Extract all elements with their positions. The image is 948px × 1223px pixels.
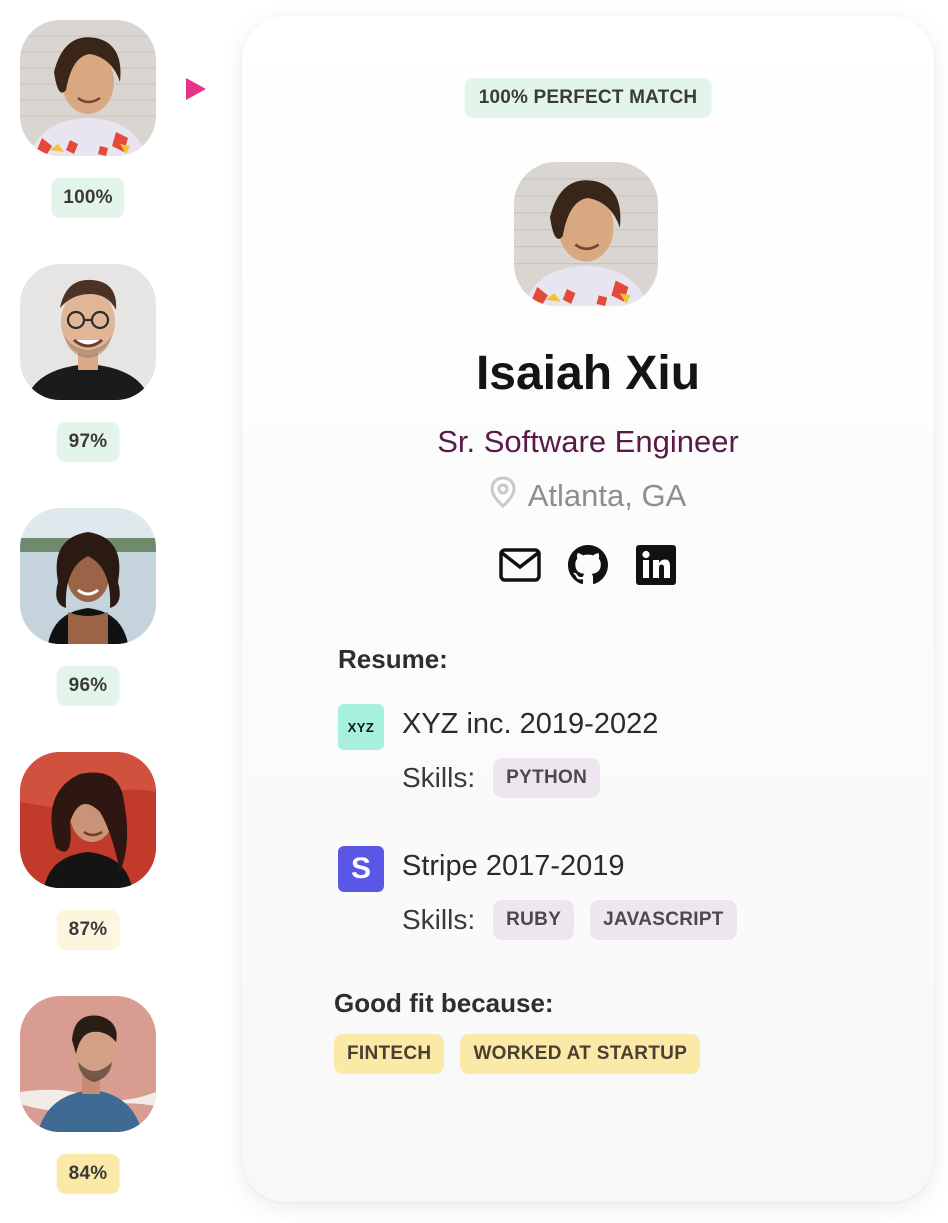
- avatar[interactable]: [20, 264, 156, 400]
- skill-chip: RUBY: [493, 900, 575, 940]
- mail-icon[interactable]: [499, 544, 541, 586]
- github-icon[interactable]: [567, 544, 609, 586]
- skills-row: Skills: RUBY JAVASCRIPT: [402, 900, 737, 940]
- social-links: [242, 544, 934, 586]
- job-title: Stripe 2017-2019: [402, 850, 625, 882]
- logo-text: S: [350, 852, 371, 885]
- profile-avatar: [514, 162, 658, 306]
- candidate-card[interactable]: 97%: [20, 264, 156, 462]
- candidate-name: Isaiah Xiu: [475, 347, 701, 400]
- candidate-title: Sr. Software Engineer: [437, 424, 739, 459]
- candidate-location: Atlanta, GA: [242, 476, 934, 516]
- skills-label: Skills:: [402, 904, 476, 935]
- match-percent-badge: 84%: [56, 1154, 120, 1194]
- candidate-card[interactable]: 100%: [20, 20, 156, 218]
- fit-reason-chip: WORKED AT STARTUP: [460, 1034, 701, 1074]
- skills-row: Skills: PYTHON: [402, 758, 601, 798]
- avatar[interactable]: [20, 752, 156, 888]
- linkedin-icon[interactable]: [635, 544, 677, 586]
- logo-text: XYZ: [347, 719, 375, 735]
- match-percent-badge: 100%: [51, 178, 125, 218]
- candidate-card[interactable]: 87%: [20, 752, 156, 950]
- match-percent-badge: 96%: [56, 666, 120, 706]
- avatar[interactable]: [20, 996, 156, 1132]
- match-badge: 100% PERFECT MATCH: [464, 78, 712, 118]
- map-pin-icon: [490, 476, 516, 516]
- job-title: XYZ inc. 2019-2022: [402, 708, 659, 740]
- avatar[interactable]: [20, 508, 156, 644]
- fit-heading: Good fit because:: [334, 988, 554, 1018]
- stripe-logo-icon: S: [338, 846, 384, 892]
- location-text: Atlanta, GA: [527, 478, 687, 513]
- fit-reasons: FINTECH WORKED AT STARTUP: [334, 1034, 701, 1074]
- candidate-list: 100% 97% 96% 87% 84%: [0, 0, 206, 1223]
- xyz-logo-icon: XYZ: [338, 704, 384, 750]
- candidate-card[interactable]: 96%: [20, 508, 156, 706]
- selected-indicator-icon: [186, 78, 206, 100]
- candidate-profile-card: 100% PERFECT MATCH Isaiah Xiu Sr. Softwa…: [242, 16, 934, 1202]
- fit-reason-chip: FINTECH: [334, 1034, 445, 1074]
- match-percent-badge: 87%: [56, 910, 120, 950]
- avatar[interactable]: [20, 20, 156, 156]
- skills-label: Skills:: [402, 762, 476, 793]
- skill-chip: JAVASCRIPT: [590, 900, 737, 940]
- candidate-card[interactable]: 84%: [20, 996, 156, 1194]
- match-percent-badge: 97%: [56, 422, 120, 462]
- resume-heading: Resume:: [338, 644, 448, 674]
- skill-chip: PYTHON: [493, 758, 601, 798]
